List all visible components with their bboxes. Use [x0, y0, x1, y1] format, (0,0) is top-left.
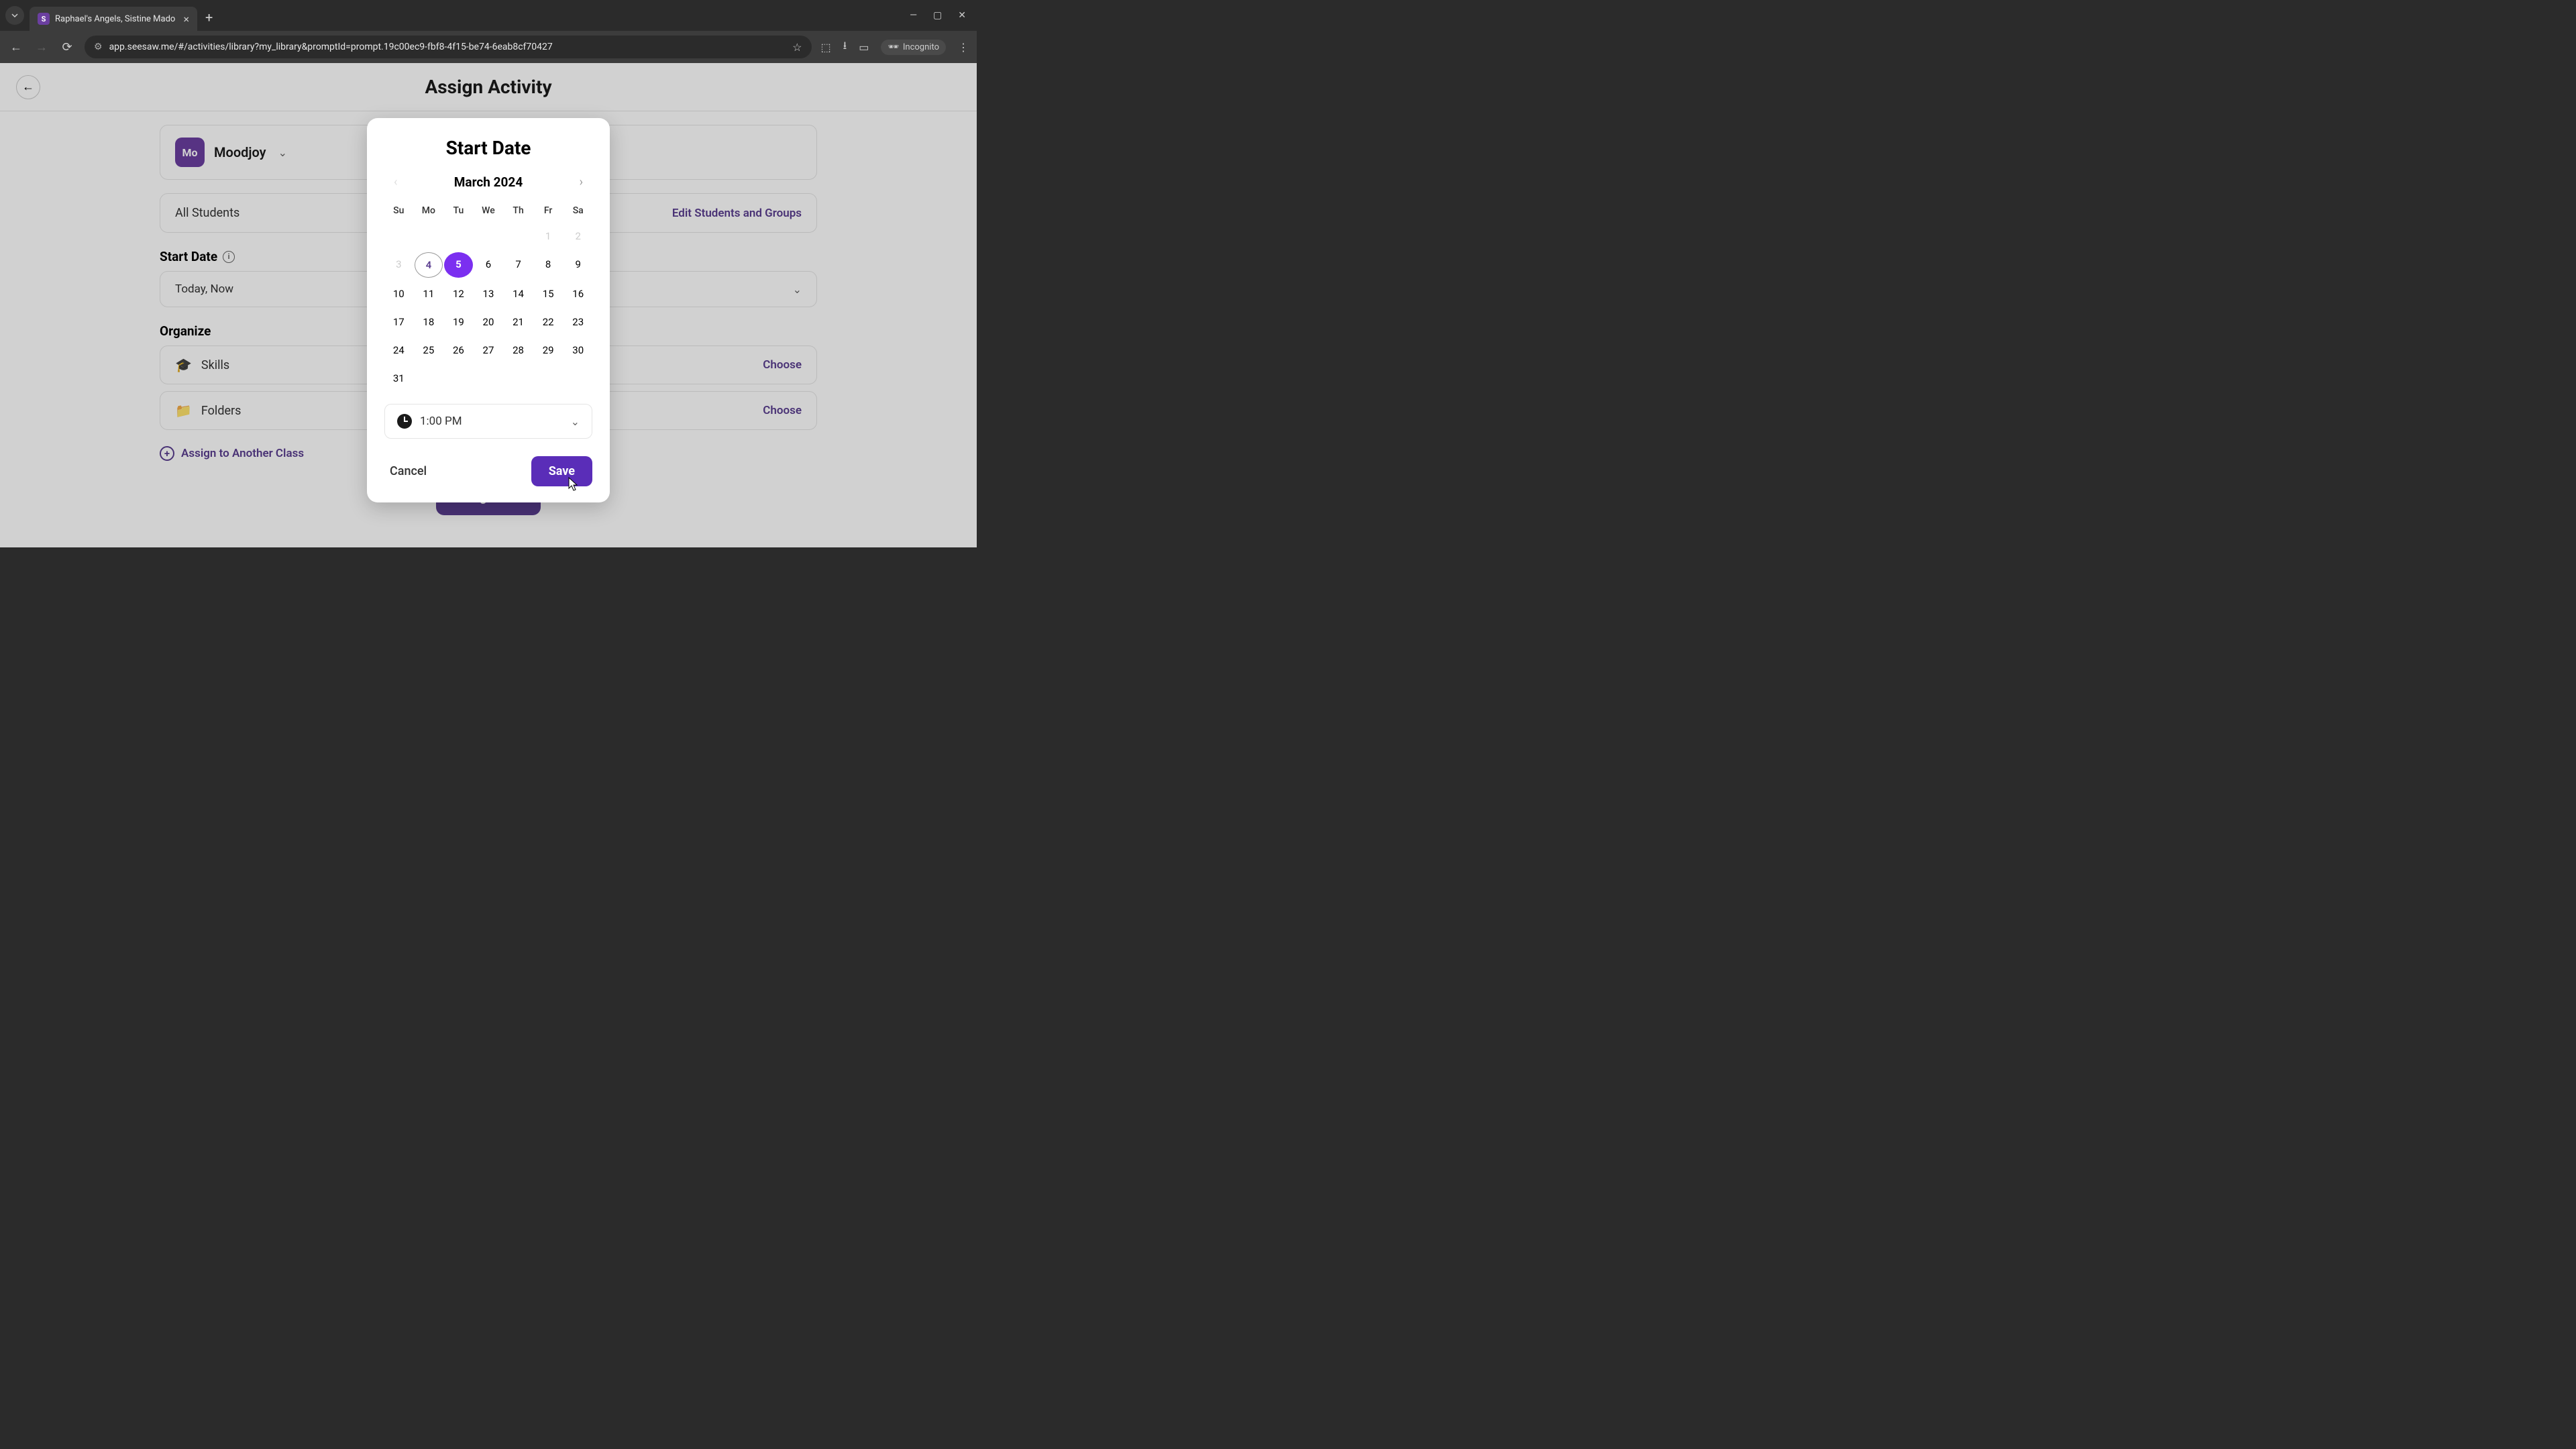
- window-controls: — ▢ ✕: [910, 10, 971, 21]
- reload-button[interactable]: ⟳: [59, 40, 75, 54]
- cancel-button[interactable]: Cancel: [384, 458, 432, 485]
- url-text: app.seesaw.me/#/activities/library?my_li…: [109, 42, 786, 52]
- new-tab-button[interactable]: +: [205, 9, 213, 25]
- calendar-day[interactable]: 22: [534, 310, 563, 334]
- maximize-button[interactable]: ▢: [933, 10, 942, 21]
- calendar-empty-cell: [504, 224, 533, 248]
- calendar-day[interactable]: 7: [504, 252, 533, 278]
- calendar-day[interactable]: 15: [534, 282, 563, 306]
- calendar-day[interactable]: 31: [384, 366, 413, 390]
- incognito-label: Incognito: [903, 42, 939, 52]
- calendar-day[interactable]: 5: [444, 252, 473, 278]
- calendar-day[interactable]: 12: [444, 282, 473, 306]
- chevron-down-icon: ⌄: [571, 415, 580, 428]
- back-button[interactable]: ←: [8, 40, 24, 54]
- day-of-week-header: Su: [384, 201, 413, 220]
- tab-favicon: S: [38, 13, 50, 25]
- calendar-day[interactable]: 16: [564, 282, 592, 306]
- day-of-week-header: Th: [504, 201, 533, 220]
- calendar-day[interactable]: 23: [564, 310, 592, 334]
- calendar-day[interactable]: 24: [384, 338, 413, 362]
- calendar-grid: SuMoTuWeThFrSa12345678910111213141516171…: [384, 201, 592, 390]
- start-date-modal: Start Date ‹ March 2024 › SuMoTuWeThFrSa…: [367, 118, 610, 502]
- browser-toolbar: ← → ⟳ ⚙ app.seesaw.me/#/activities/libra…: [0, 31, 977, 63]
- time-selector[interactable]: 1:00 PM ⌄: [384, 404, 592, 439]
- month-navigation: ‹ March 2024 ›: [384, 172, 592, 192]
- tab-close-icon[interactable]: ×: [183, 13, 189, 25]
- calendar-day[interactable]: 13: [474, 282, 503, 306]
- site-settings-icon[interactable]: ⚙: [94, 42, 103, 52]
- day-of-week-header: Sa: [564, 201, 592, 220]
- calendar-day[interactable]: 25: [415, 338, 443, 362]
- calendar-day[interactable]: 29: [534, 338, 563, 362]
- calendar-day[interactable]: 11: [415, 282, 443, 306]
- modal-title: Start Date: [384, 137, 592, 159]
- calendar-empty-cell: [474, 224, 503, 248]
- close-window-button[interactable]: ✕: [958, 10, 966, 21]
- modal-actions: Cancel Save: [384, 456, 592, 486]
- prev-month-button: ‹: [388, 172, 402, 192]
- incognito-icon: 🕶: [888, 42, 899, 52]
- day-of-week-header: Tu: [444, 201, 473, 220]
- calendar-day[interactable]: 8: [534, 252, 563, 278]
- calendar-day[interactable]: 20: [474, 310, 503, 334]
- day-of-week-header: Fr: [534, 201, 563, 220]
- calendar-day[interactable]: 10: [384, 282, 413, 306]
- tab-title: Raphael's Angels, Sistine Mado: [55, 14, 178, 24]
- calendar-day[interactable]: 17: [384, 310, 413, 334]
- calendar-day[interactable]: 9: [564, 252, 592, 278]
- clock-icon: [397, 414, 412, 429]
- calendar-day[interactable]: 21: [504, 310, 533, 334]
- browser-tab[interactable]: S Raphael's Angels, Sistine Mado ×: [30, 7, 197, 31]
- calendar-day[interactable]: 19: [444, 310, 473, 334]
- calendar-day[interactable]: 6: [474, 252, 503, 278]
- downloads-icon[interactable]: ⭳: [843, 38, 847, 56]
- forward-button: →: [34, 40, 50, 54]
- minimize-button[interactable]: —: [910, 10, 917, 21]
- save-button[interactable]: Save: [531, 456, 592, 486]
- calendar-day[interactable]: 28: [504, 338, 533, 362]
- calendar-day: 2: [564, 224, 592, 248]
- calendar-day[interactable]: 30: [564, 338, 592, 362]
- extensions-icon[interactable]: ⬚: [821, 41, 831, 54]
- calendar-day: 1: [534, 224, 563, 248]
- incognito-indicator[interactable]: 🕶 Incognito: [881, 40, 946, 55]
- modal-overlay[interactable]: Start Date ‹ March 2024 › SuMoTuWeThFrSa…: [0, 63, 977, 547]
- time-value: 1:00 PM: [420, 415, 462, 428]
- calendar-day[interactable]: 27: [474, 338, 503, 362]
- next-month-button[interactable]: ›: [574, 172, 588, 192]
- calendar-empty-cell: [384, 224, 413, 248]
- calendar-day[interactable]: 18: [415, 310, 443, 334]
- calendar-day: 3: [384, 252, 413, 278]
- day-of-week-header: Mo: [415, 201, 443, 220]
- calendar-day[interactable]: 4: [415, 252, 443, 278]
- reading-list-icon[interactable]: ▭: [859, 41, 869, 54]
- day-of-week-header: We: [474, 201, 503, 220]
- month-label: March 2024: [454, 174, 523, 190]
- calendar-empty-cell: [415, 224, 443, 248]
- browser-tab-strip: S Raphael's Angels, Sistine Mado × + — ▢…: [0, 0, 977, 31]
- bookmark-star-icon[interactable]: ☆: [792, 41, 802, 54]
- address-bar[interactable]: ⚙ app.seesaw.me/#/activities/library?my_…: [85, 36, 812, 58]
- calendar-day[interactable]: 26: [444, 338, 473, 362]
- tab-search-button[interactable]: [5, 6, 24, 25]
- calendar-empty-cell: [444, 224, 473, 248]
- browser-menu-icon[interactable]: ⋮: [958, 41, 969, 54]
- calendar-day[interactable]: 14: [504, 282, 533, 306]
